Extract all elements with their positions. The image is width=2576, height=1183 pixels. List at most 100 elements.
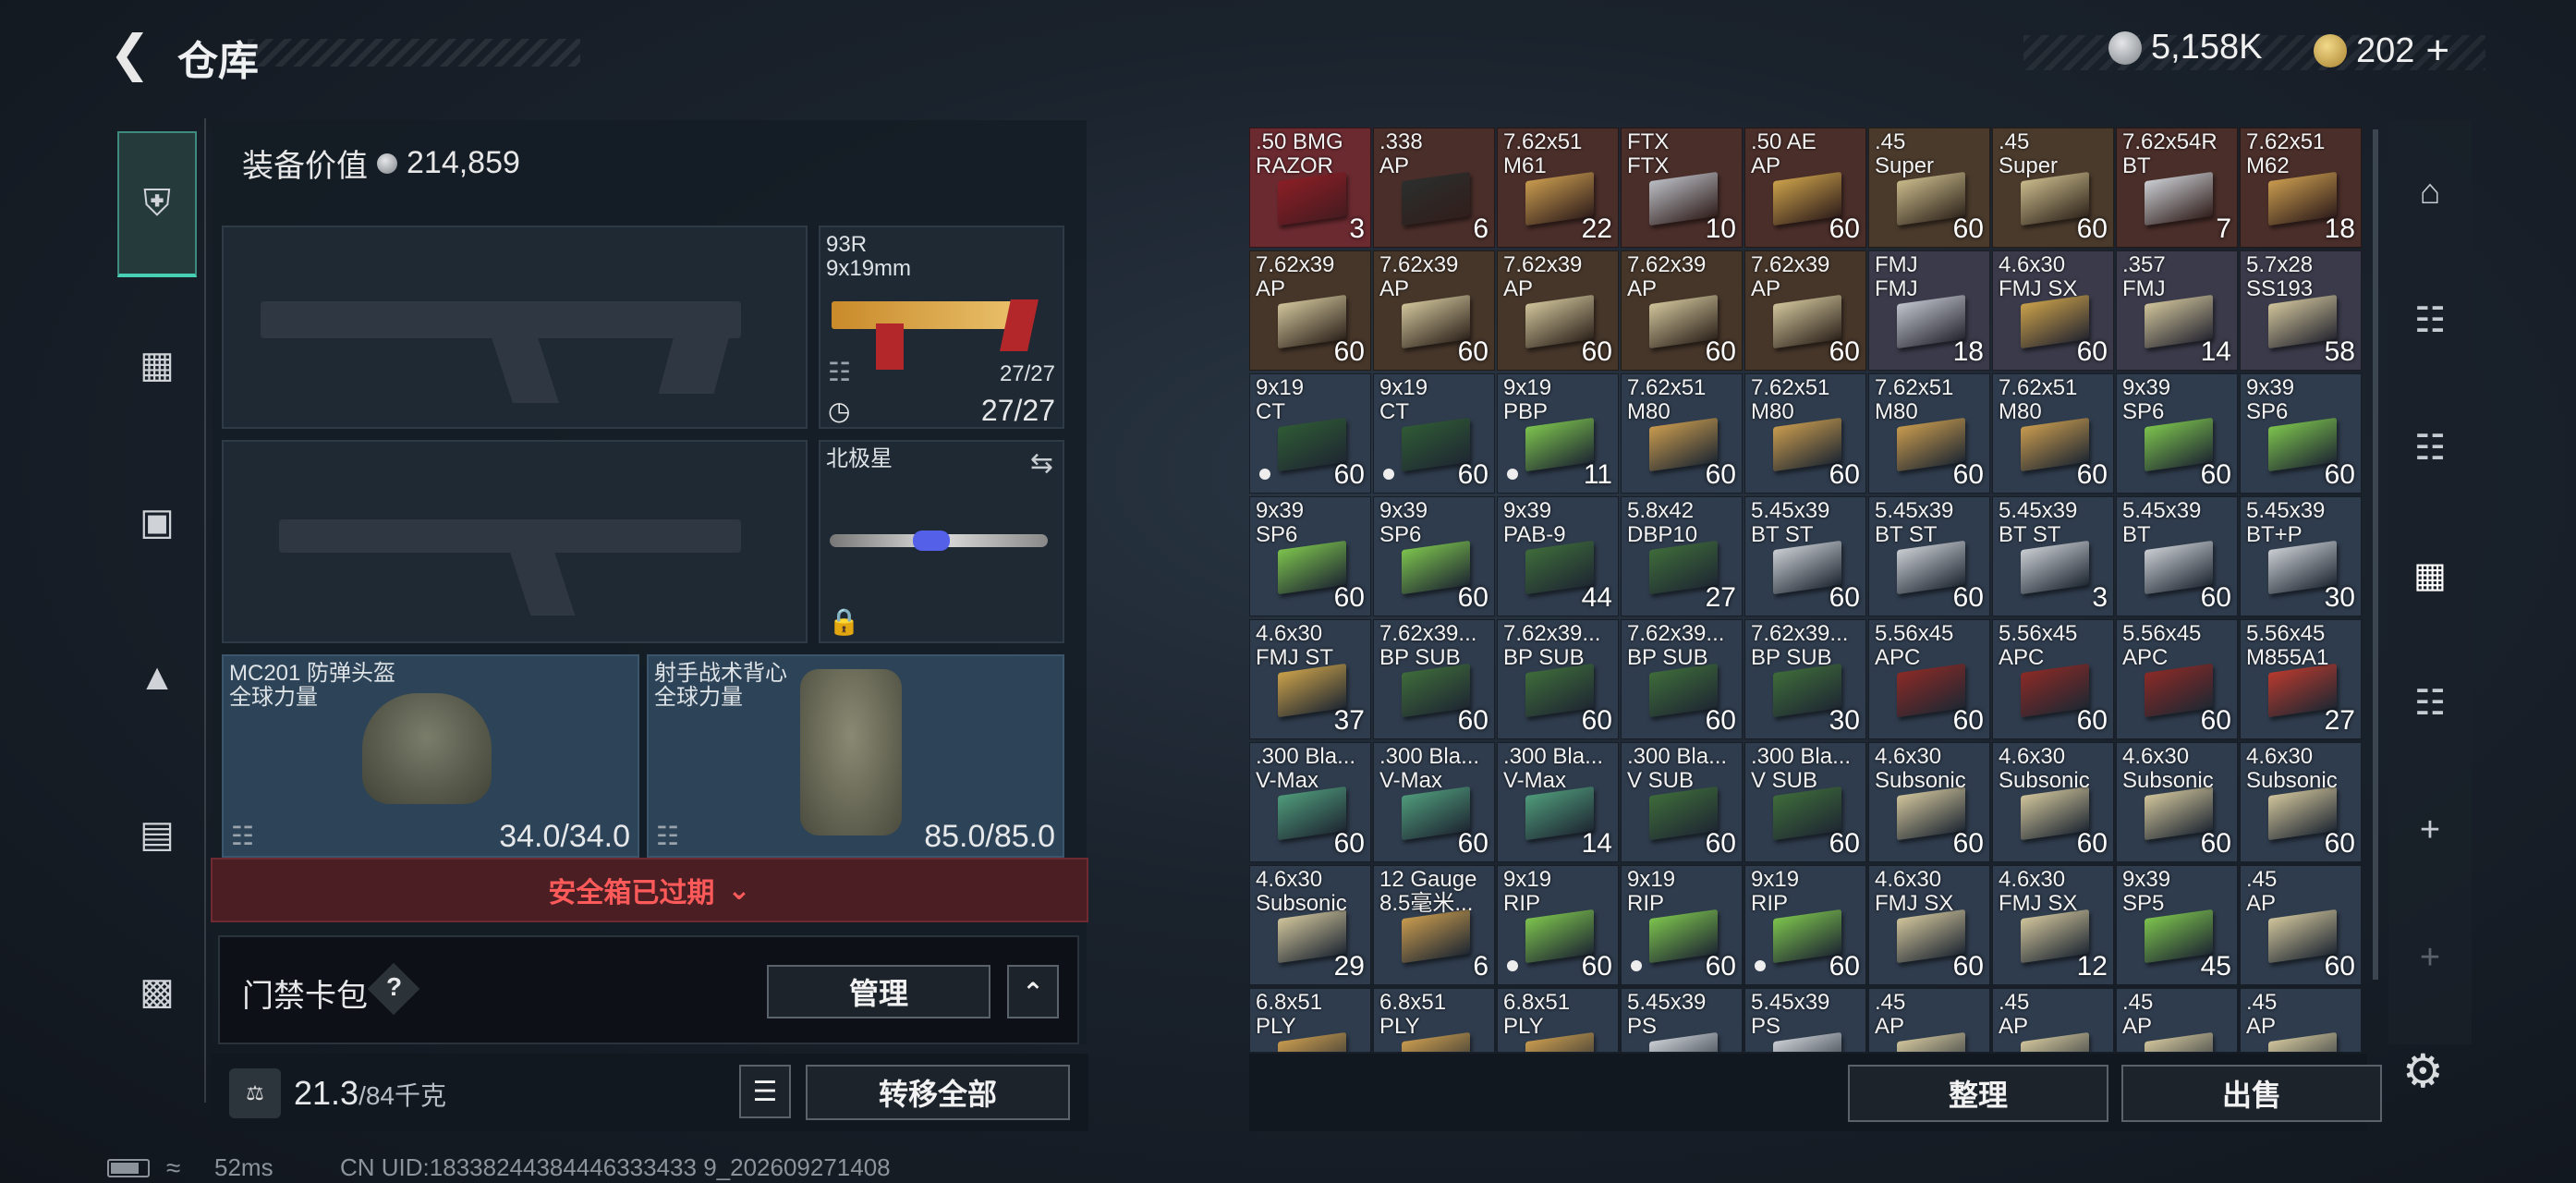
inventory-item[interactable]: .300 Bla... V SUB 60	[1621, 742, 1743, 862]
inventory-item[interactable]: 4.6x30 FMJ SX 60	[1992, 250, 2114, 371]
inventory-item[interactable]: 7.62x39... BP SUB 60	[1621, 619, 1743, 739]
inventory-item[interactable]: 6.8x51 PLY	[1497, 988, 1619, 1052]
inventory-item[interactable]: 7.62x39 AP 60	[1621, 250, 1743, 371]
inventory-item[interactable]: 9x19 RIP 60	[1497, 865, 1619, 985]
inventory-item[interactable]: 5.45x39 PS	[1744, 988, 1866, 1052]
inventory-item[interactable]: 5.45x39 BT ST 60	[1868, 496, 1990, 616]
inventory-item[interactable]: 7.62x51 M80 60	[1992, 373, 2114, 494]
inventory-item[interactable]: 4.6x30 Subsonic 60	[1992, 742, 2114, 862]
inventory-item[interactable]: 5.56x45 APC 60	[1868, 619, 1990, 739]
inventory-item[interactable]: .45 Super 60	[1992, 128, 2114, 248]
inventory-item[interactable]: 4.6x30 Subsonic 29	[1249, 865, 1371, 985]
tab-helmet[interactable]: ▲	[117, 636, 197, 719]
inventory-item[interactable]: .300 Bla... V-Max 14	[1497, 742, 1619, 862]
inventory-item[interactable]: 6.8x51 PLY	[1373, 988, 1495, 1052]
inventory-item[interactable]: 7.62x39 AP 60	[1744, 250, 1866, 371]
chevron-up-icon[interactable]: ⌃	[1007, 965, 1059, 1018]
inventory-item[interactable]: 9x19 RIP 60	[1744, 865, 1866, 985]
tab-vest[interactable]: ▦	[117, 323, 197, 407]
inventory-item[interactable]: 5.45x39 BT ST 60	[1744, 496, 1866, 616]
inventory-item[interactable]: 9x39 SP6 60	[1373, 496, 1495, 616]
inventory-item[interactable]: 5.56x45 APC 60	[1992, 619, 2114, 739]
inventory-item[interactable]: 6.8x51 PLY	[1249, 988, 1371, 1052]
inventory-item[interactable]: 4.6x30 FMJ ST 37	[1249, 619, 1371, 739]
transfer-all-button[interactable]: 转移全部	[806, 1065, 1070, 1120]
swap-icon[interactable]: ⇆	[1030, 447, 1053, 480]
inventory-item[interactable]: 7.62x39... BP SUB 60	[1497, 619, 1619, 739]
inventory-item[interactable]: 7.62x39 AP 60	[1373, 250, 1495, 371]
add-storage-button[interactable]: +	[2388, 786, 2472, 874]
pistol-slot[interactable]: 93R 9x19mm ☷ 27/27 ◷ 27/27	[819, 226, 1064, 429]
inventory-item[interactable]: .300 Bla... V-Max 60	[1373, 742, 1495, 862]
primary-weapon-slot[interactable]	[222, 226, 808, 429]
inventory-item[interactable]: .300 Bla... V SUB 60	[1744, 742, 1866, 862]
melee-slot[interactable]: 北极星 ⇆ 🔒	[819, 440, 1064, 643]
inventory-item[interactable]: 7.62x51 M61 22	[1497, 128, 1619, 248]
inventory-item[interactable]: 12 Gauge 8.5毫米... 6	[1373, 865, 1495, 985]
inventory-item[interactable]: 7.62x39 AP 60	[1249, 250, 1371, 371]
inventory-item[interactable]: .45 AP	[2240, 988, 2362, 1052]
manage-button[interactable]: 管理	[767, 965, 990, 1018]
inventory-item[interactable]: 7.62x51 M80 60	[1621, 373, 1743, 494]
inventory-item[interactable]: 4.6x30 Subsonic 60	[2240, 742, 2362, 862]
inventory-item[interactable]: 9x19 PBP 11	[1497, 373, 1619, 494]
tab-storage-4[interactable]: ☷	[2388, 658, 2472, 747]
inventory-item[interactable]: FTX FTX 10	[1621, 128, 1743, 248]
inventory-item[interactable]: 9x19 CT 60	[1373, 373, 1495, 494]
inventory-item[interactable]: .357 FMJ 14	[2116, 250, 2238, 371]
inventory-item[interactable]: 9x19 CT 60	[1249, 373, 1371, 494]
inventory-item[interactable]: 5.45x39 BT 60	[2116, 496, 2238, 616]
grid-scrollbar[interactable]	[2373, 129, 2378, 980]
inventory-item[interactable]: .45 AP	[1992, 988, 2114, 1052]
secondary-weapon-slot[interactable]	[222, 440, 808, 643]
tab-case[interactable]: ▩	[117, 950, 197, 1033]
organize-button[interactable]: 整理	[1848, 1065, 2108, 1122]
inventory-item[interactable]: 7.62x39... BP SUB 30	[1744, 619, 1866, 739]
inventory-item[interactable]: 9x39 SP6 60	[2240, 373, 2362, 494]
inventory-item[interactable]: 7.62x39 AP 60	[1497, 250, 1619, 371]
inventory-item[interactable]: 5.56x45 M855A1 27	[2240, 619, 2362, 739]
tab-weapons[interactable]: ⛨	[117, 131, 197, 277]
tab-storage-1[interactable]: ☷	[2388, 275, 2472, 364]
inventory-item[interactable]: 5.45x39 PS	[1621, 988, 1743, 1052]
tab-storage-3-active[interactable]: ▦	[2388, 531, 2472, 619]
inventory-item[interactable]: .45 AP	[2116, 988, 2238, 1052]
inventory-item[interactable]: 5.45x39 BT ST 3	[1992, 496, 2114, 616]
inventory-item[interactable]: .45 AP 60	[2240, 865, 2362, 985]
inventory-item[interactable]: 9x19 RIP 60	[1621, 865, 1743, 985]
vest-slot[interactable]: 射手战术背心 全球力量 ☷ 85.0/85.0	[647, 654, 1064, 858]
inventory-item[interactable]: .300 Bla... V-Max 60	[1249, 742, 1371, 862]
inventory-item[interactable]: 5.8x42 DBP10 27	[1621, 496, 1743, 616]
inventory-item[interactable]: 9x39 PAB-9 44	[1497, 496, 1619, 616]
inventory-item[interactable]: 4.6x30 FMJ SX 12	[1992, 865, 2114, 985]
back-arrow-icon[interactable]: ❮	[109, 26, 157, 81]
tab-container[interactable]: ▤	[117, 793, 197, 876]
inventory-item[interactable]: .45 Super 60	[1868, 128, 1990, 248]
inventory-item[interactable]: 4.6x30 Subsonic 60	[1868, 742, 1990, 862]
sell-button[interactable]: 出售	[2121, 1065, 2382, 1122]
tab-backpack[interactable]: ▣	[117, 481, 197, 564]
inventory-item[interactable]: 4.6x30 FMJ SX 60	[1868, 865, 1990, 985]
inventory-item[interactable]: .50 AE AP 60	[1744, 128, 1866, 248]
inventory-item[interactable]: 5.45x39 BT+P 30	[2240, 496, 2362, 616]
inventory-item[interactable]: .50 BMG RAZOR 3	[1249, 128, 1371, 248]
inventory-item[interactable]: 7.62x51 M80 60	[1868, 373, 1990, 494]
inventory-item[interactable]: 4.6x30 Subsonic 60	[2116, 742, 2238, 862]
inventory-item[interactable]: 5.7x28 SS193 58	[2240, 250, 2362, 371]
tab-home-storage[interactable]: ⌂	[2388, 148, 2472, 237]
inventory-item[interactable]: 9x39 SP6 60	[2116, 373, 2238, 494]
inventory-item[interactable]: FMJ FMJ 18	[1868, 250, 1990, 371]
gear-icon[interactable]: ⚙	[2402, 1044, 2444, 1098]
inventory-item[interactable]: .45 AP	[1868, 988, 1990, 1052]
inventory-item[interactable]: 7.62x54R BT 7	[2116, 128, 2238, 248]
inventory-item[interactable]: 9x39 SP5 45	[2116, 865, 2238, 985]
list-view-icon[interactable]: ☰	[739, 1065, 791, 1118]
inventory-item[interactable]: 7.62x51 M80 60	[1744, 373, 1866, 494]
add-currency-button[interactable]: +	[2425, 28, 2449, 74]
helmet-slot[interactable]: MC201 防弹头盔 全球力量 ☷ 34.0/34.0	[222, 654, 639, 858]
inventory-item[interactable]: 5.56x45 APC 60	[2116, 619, 2238, 739]
inventory-item[interactable]: 7.62x39... BP SUB 60	[1373, 619, 1495, 739]
tab-storage-2[interactable]: ☷	[2388, 403, 2472, 492]
inventory-item[interactable]: 9x39 SP6 60	[1249, 496, 1371, 616]
inventory-item[interactable]: 7.62x51 M62 18	[2240, 128, 2362, 248]
